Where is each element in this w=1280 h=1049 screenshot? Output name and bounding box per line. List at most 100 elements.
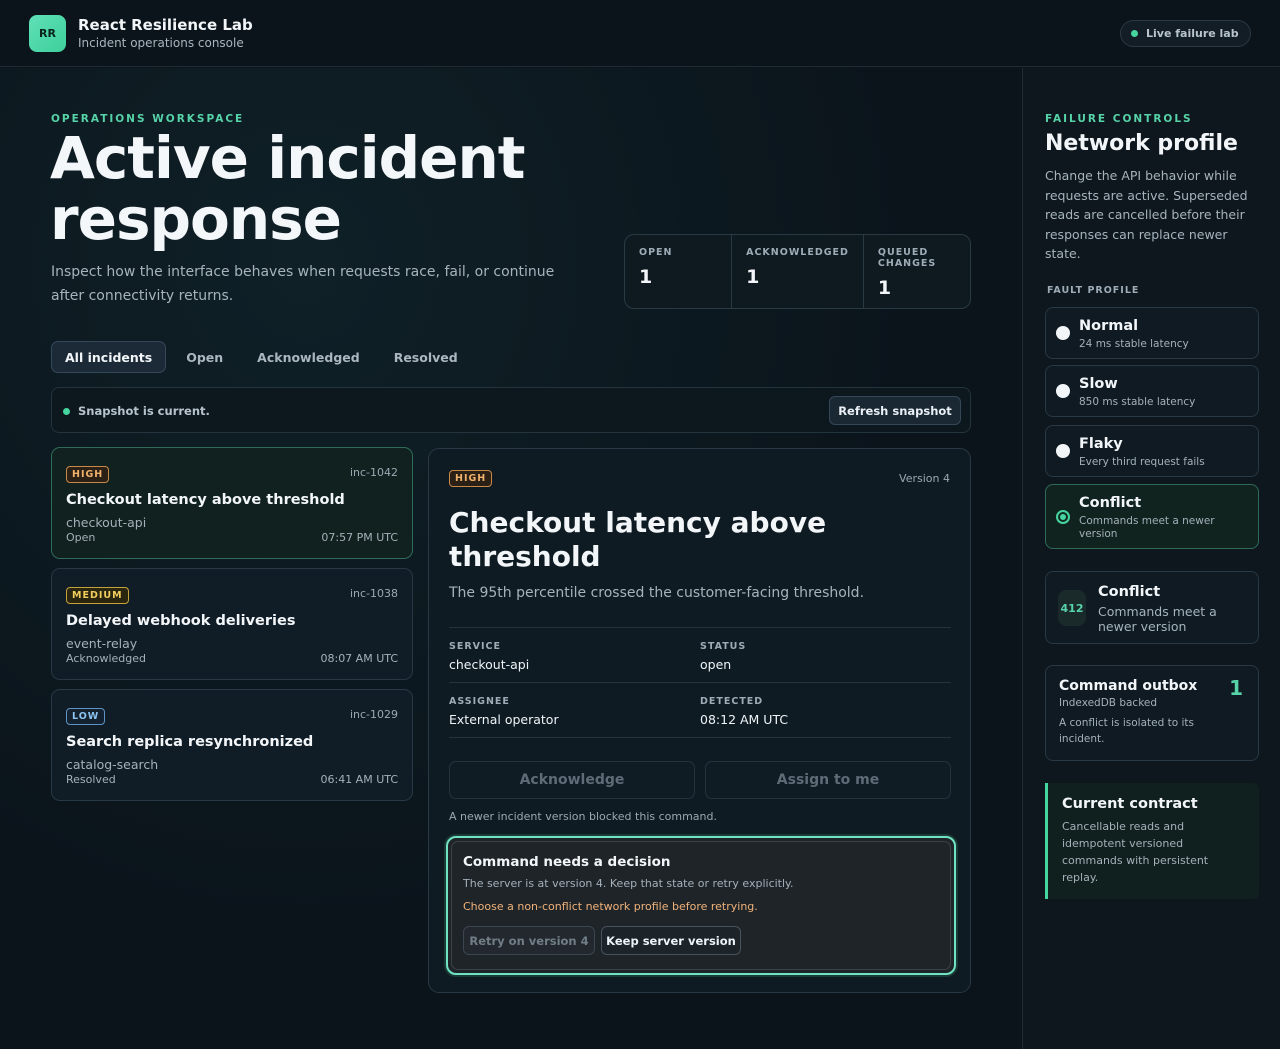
incident-id: inc-1029 — [349, 708, 398, 721]
profile-name: Flaky — [1079, 436, 1123, 452]
tab-resolved[interactable]: Resolved — [380, 341, 472, 373]
detail-severity-badge: HIGH — [449, 470, 493, 487]
incident-id: inc-1042 — [349, 466, 398, 479]
incident-title: Search replica resynchronized — [66, 734, 314, 750]
radio-icon[interactable] — [1056, 384, 1070, 398]
incident-title: Checkout latency above threshold — [66, 492, 345, 508]
decision-title: Command needs a decision — [463, 854, 671, 870]
stat-acknowledged: ACKNOWLEDGED 1 — [732, 235, 864, 308]
field-status: STATUS open — [700, 628, 951, 682]
field-value: checkout-api — [449, 657, 530, 672]
profile-name: Normal — [1079, 318, 1139, 334]
tab-open[interactable]: Open — [172, 341, 237, 373]
detail-row: ASSIGNEE External operator DETECTED 08:1… — [449, 683, 951, 738]
radio-selected-icon[interactable] — [1056, 510, 1070, 524]
contract-description: Cancellable reads and idempotent version… — [1062, 820, 1209, 884]
sidebar-description: Change the API behavior while requests a… — [1045, 168, 1248, 261]
field-value: open — [700, 657, 732, 672]
status-code-chip: 412 — [1058, 590, 1086, 626]
assign-to-me-button[interactable]: Assign to me — [705, 761, 951, 799]
stat-value: 1 — [746, 266, 760, 288]
profile-desc: Every third request fails — [1079, 456, 1205, 468]
incident-time: 07:57 PM UTC — [321, 531, 398, 544]
stat-label: OPEN — [639, 247, 673, 258]
tab-acknowledged[interactable]: Acknowledged — [243, 341, 374, 373]
field-detected: DETECTED 08:12 AM UTC — [700, 683, 951, 737]
sidebar-title: Network profile — [1045, 131, 1238, 156]
radio-icon[interactable] — [1056, 326, 1070, 340]
command-outbox-card: Command outbox 1 IndexedDB backed A conf… — [1045, 665, 1259, 761]
retry-on-version-button[interactable]: Retry on version 4 — [463, 926, 595, 955]
fault-profile-label: FAULT PROFILE — [1047, 285, 1140, 296]
detail-fields: SERVICE checkout-api STATUS open ASSIGNE… — [449, 627, 951, 738]
live-label: Live failure lab — [1146, 27, 1239, 40]
status-dot-icon — [63, 407, 70, 415]
app-title: React Resilience Lab — [78, 16, 253, 34]
decision-text: The server is at version 4. Keep that st… — [463, 877, 794, 890]
profile-name: Conflict — [1079, 495, 1142, 511]
profile-option-conflict[interactable]: Conflict Commands meet a newer version — [1045, 484, 1259, 549]
profile-option-flaky[interactable]: Flaky Every third request fails — [1045, 425, 1259, 477]
decision-warning: Choose a non-conflict network profile be… — [463, 900, 758, 913]
radio-icon[interactable] — [1056, 444, 1070, 458]
incident-service: checkout-api — [66, 515, 147, 530]
outbox-description: A conflict is isolated to its incident. — [1059, 717, 1194, 745]
stat-label: QUEUED CHANGES — [877, 247, 937, 269]
app-subtitle: Incident operations console — [78, 36, 244, 50]
field-label: DETECTED — [700, 696, 764, 707]
live-dot-icon — [1131, 30, 1138, 37]
profile-desc: 24 ms stable latency — [1079, 338, 1189, 350]
keep-server-version-button[interactable]: Keep server version — [601, 926, 741, 955]
incident-stats: OPEN 1 ACKNOWLEDGED 1 QUEUED CHANGES 1 — [624, 234, 971, 309]
profile-option-normal[interactable]: Normal 24 ms stable latency — [1045, 307, 1259, 359]
incident-status: Resolved — [66, 773, 116, 786]
filter-tabs: All incidents Open Acknowledged Resolved — [51, 341, 478, 373]
incident-card-inc-1042[interactable]: HIGH inc-1042 Checkout latency above thr… — [51, 447, 413, 559]
detail-description: The 95th percentile crossed the customer… — [449, 585, 865, 601]
severity-badge: MEDIUM — [66, 587, 129, 604]
acknowledge-button[interactable]: Acknowledge — [449, 761, 695, 799]
profile-desc: 850 ms stable latency — [1079, 396, 1196, 408]
main-workspace: OPERATIONS WORKSPACE Active incident res… — [0, 68, 1022, 1049]
stat-value: 1 — [639, 266, 653, 288]
stat-queued-changes: QUEUED CHANGES 1 — [864, 235, 970, 308]
profile-option-slow[interactable]: Slow 850 ms stable latency — [1045, 365, 1259, 417]
incident-id: inc-1038 — [349, 587, 398, 600]
refresh-snapshot-button[interactable]: Refresh snapshot — [829, 396, 961, 425]
blocked-command-note: A newer incident version blocked this co… — [449, 810, 718, 823]
response-status-card: 412 Conflict Commands meet a newer versi… — [1045, 571, 1259, 644]
incident-status: Open — [66, 531, 96, 544]
severity-badge: HIGH — [66, 466, 110, 483]
app-logo: RR — [29, 15, 66, 52]
page-title: Active incident response — [50, 124, 526, 253]
top-bar: RR React Resilience Lab Incident operati… — [0, 0, 1280, 67]
incident-service: catalog-search — [66, 757, 159, 772]
incident-card-inc-1029[interactable]: LOW inc-1029 Search replica resynchroniz… — [51, 689, 413, 801]
incident-detail-panel: HIGH Version 4 Checkout latency above th… — [428, 448, 971, 993]
detail-row: SERVICE checkout-api STATUS open — [449, 628, 951, 683]
incident-card-inc-1038[interactable]: MEDIUM inc-1038 Delayed webhook deliveri… — [51, 568, 413, 680]
tab-all-incidents[interactable]: All incidents — [51, 341, 167, 373]
field-value: External operator — [449, 712, 559, 727]
snapshot-bar: Snapshot is current. Refresh snapshot — [51, 387, 971, 433]
outbox-subtitle: IndexedDB backed — [1059, 697, 1158, 709]
stat-label: ACKNOWLEDGED — [746, 247, 849, 258]
live-status-pill: Live failure lab — [1120, 20, 1251, 47]
status-desc: Commands meet a newer version — [1098, 604, 1217, 634]
detail-title: Checkout latency above threshold — [449, 506, 827, 573]
severity-badge: LOW — [66, 708, 106, 725]
contract-title: Current contract — [1062, 796, 1198, 812]
sidebar-eyebrow: FAILURE CONTROLS — [1045, 113, 1193, 125]
incident-status: Acknowledged — [66, 652, 146, 665]
field-assignee: ASSIGNEE External operator — [449, 683, 700, 737]
detail-actions: Acknowledge Assign to me — [449, 761, 951, 799]
snapshot-status: Snapshot is current. — [63, 404, 210, 418]
field-label: SERVICE — [449, 641, 501, 652]
current-contract-card: Current contract Cancellable reads and i… — [1045, 783, 1259, 899]
incident-time: 06:41 AM UTC — [320, 773, 398, 786]
stat-value: 1 — [877, 277, 892, 299]
profile-desc: Commands meet a newer version — [1079, 515, 1215, 540]
incident-service: event-relay — [66, 636, 138, 651]
incident-title: Delayed webhook deliveries — [66, 613, 296, 629]
outbox-title: Command outbox — [1059, 678, 1198, 694]
